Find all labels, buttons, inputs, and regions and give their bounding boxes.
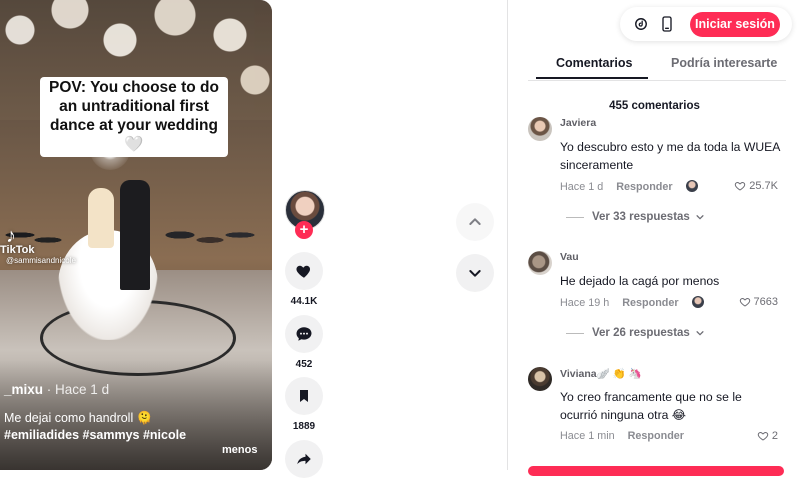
heart-outline-icon xyxy=(735,181,746,191)
comment-username[interactable]: Javiera xyxy=(560,117,596,129)
share-button[interactable] xyxy=(285,440,323,478)
tab-comments[interactable]: Comentarios xyxy=(556,56,632,70)
comment-text: Yo creo francamente que no se le ocurrió… xyxy=(560,390,742,422)
comment-username[interactable]: Viviana🪽 👏 🦄 xyxy=(560,367,642,380)
save-button[interactable] xyxy=(285,377,323,415)
video-author-row: _mixu · Hace 1 d xyxy=(4,382,109,397)
avatar[interactable] xyxy=(528,367,552,391)
comment-like-button[interactable]: 7663 xyxy=(739,296,778,308)
comment-time: Hace 1 min xyxy=(560,430,615,442)
phone-icon xyxy=(662,16,672,32)
video-description: Me dejai como handroll 🫠 #emiliadides #s… xyxy=(4,410,186,444)
video-description-text: Me dejai como handroll 🫠 xyxy=(4,411,153,425)
comment-meta: Hace 1 d Responder xyxy=(560,180,698,193)
comment-text: He dejado la cagá por menos xyxy=(560,274,720,288)
comments-panel: Iniciar sesión Comentarios Podría intere… xyxy=(507,0,800,476)
view-replies-label: Ver 26 respuestas xyxy=(592,327,690,339)
heart-outline-icon xyxy=(739,297,750,307)
video-frame-bride xyxy=(88,188,114,248)
top-action-bar: Iniciar sesión xyxy=(620,7,792,41)
video-time: · Hace 1 d xyxy=(46,382,110,397)
tiktok-logo-icon: ♪ xyxy=(6,225,16,247)
chevron-down-icon xyxy=(696,215,704,220)
comment-input-bar-edge xyxy=(528,466,784,476)
comment-meta: Hace 1 min Responder xyxy=(560,430,684,442)
share-icon xyxy=(297,453,311,465)
get-app-button[interactable] xyxy=(658,15,676,33)
video-hashtags[interactable]: #emiliadides #sammys #nicole xyxy=(4,427,186,444)
comment-icon xyxy=(296,327,312,341)
comment-like-count: 2 xyxy=(771,430,778,442)
comment-like-count: 25.7K xyxy=(749,180,778,192)
like-button[interactable] xyxy=(285,252,323,290)
heart-outline-icon xyxy=(757,431,769,441)
save-count: 1889 xyxy=(292,421,316,432)
follow-plus-icon[interactable]: + xyxy=(295,221,313,239)
next-video-button[interactable] xyxy=(456,254,494,292)
comment-meta: Hace 19 h Responder xyxy=(560,296,704,309)
comment-time: Hace 1 d xyxy=(560,181,604,193)
watermark-logo-text: TikTok xyxy=(0,244,35,256)
watermark-handle: @sammisandnicole xyxy=(6,256,76,265)
tiktok-app-button[interactable] xyxy=(632,15,650,33)
previous-video-button[interactable] xyxy=(456,203,494,241)
like-count: 44.1K xyxy=(290,296,318,307)
comment-like-count: 7663 xyxy=(753,296,778,308)
active-tab-indicator xyxy=(536,77,648,79)
creator-liked-avatar xyxy=(691,296,704,308)
comment-text: Yo descubro esto y me da toda la WUEA si… xyxy=(560,140,780,172)
reply-button[interactable]: Responder xyxy=(622,297,678,309)
replies-divider xyxy=(566,216,584,218)
tab-might-interest[interactable]: Podría interesarte xyxy=(671,56,777,70)
chevron-up-icon xyxy=(469,218,481,225)
chevron-down-icon xyxy=(469,270,481,277)
video-player[interactable]: POV: You choose to do an untraditional f… xyxy=(0,0,272,470)
compass-icon xyxy=(635,18,647,30)
heart-icon xyxy=(296,265,311,278)
panel-tabs: Comentarios Podría interesarte xyxy=(528,52,786,81)
replies-divider xyxy=(566,332,584,334)
avatar[interactable] xyxy=(528,117,552,141)
chevron-down-icon xyxy=(696,331,704,336)
video-author[interactable]: _mixu xyxy=(4,382,43,397)
comment-username[interactable]: Vau xyxy=(560,251,579,263)
view-replies-label: Ver 33 respuestas xyxy=(592,211,690,223)
creator-liked-avatar xyxy=(685,180,698,192)
comment-time: Hace 19 h xyxy=(560,297,610,309)
less-button[interactable]: menos xyxy=(222,444,257,456)
tiktok-watermark: ♪ TikTok @sammisandnicole xyxy=(0,225,76,265)
view-replies-button[interactable]: Ver 26 respuestas xyxy=(566,327,705,339)
avatar[interactable] xyxy=(528,251,552,275)
video-caption-overlay: POV: You choose to do an untraditional f… xyxy=(40,77,228,157)
comment-like-button[interactable]: 25.7K xyxy=(734,180,778,192)
comment-like-button[interactable]: 2 xyxy=(757,430,778,442)
comment-total: 455 comentarios xyxy=(609,100,700,112)
view-replies-button[interactable]: Ver 33 respuestas xyxy=(566,211,705,223)
reply-button[interactable]: Responder xyxy=(616,181,672,193)
video-frame-groom xyxy=(120,180,150,290)
login-button[interactable]: Iniciar sesión xyxy=(690,12,780,37)
bookmark-icon xyxy=(300,390,308,402)
comment-count-rail: 452 xyxy=(295,359,313,370)
comment-button[interactable] xyxy=(285,315,323,353)
reply-button[interactable]: Responder xyxy=(628,430,684,442)
